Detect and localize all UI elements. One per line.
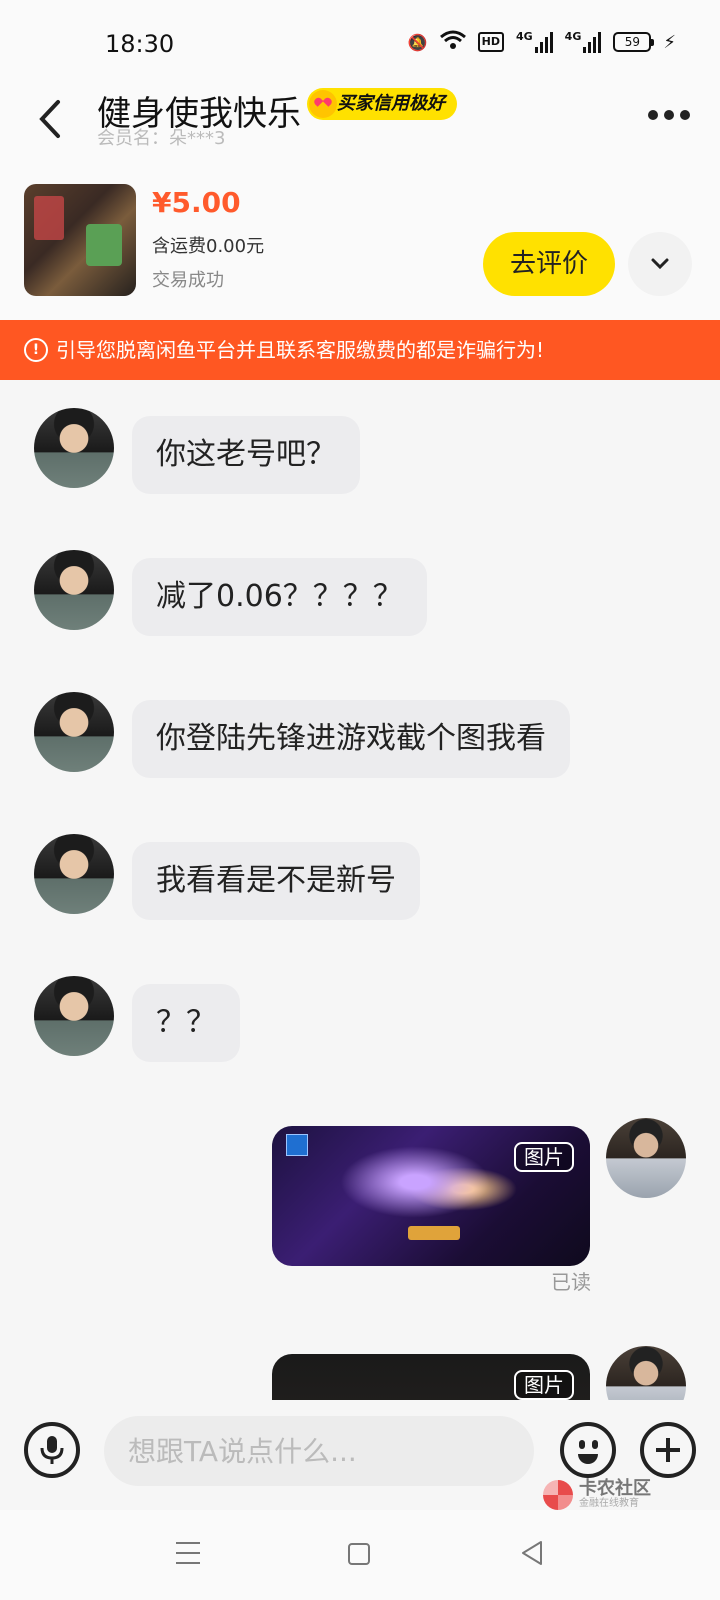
received-message: 减了0.06？？？？ (34, 550, 427, 636)
trade-status: 交易成功 (152, 270, 224, 291)
received-message: ？？ (34, 976, 240, 1062)
more-options-button[interactable] (648, 108, 690, 122)
dot-icon (664, 110, 674, 120)
message-bubble[interactable]: 我看看是不是新号 (132, 842, 420, 920)
image-tag: 图片 (514, 1370, 574, 1400)
fraud-warning-banner: ! 引导您脱离闲鱼平台并且联系客服缴费的都是诈骗行为! (0, 320, 720, 380)
warning-icon: ! (24, 338, 48, 362)
sent-image-message: 图片 (272, 1118, 686, 1266)
add-attachment-button[interactable] (640, 1422, 696, 1478)
image-tag: 图片 (514, 1142, 574, 1172)
start-game-graphic (408, 1226, 460, 1240)
wifi-icon (439, 30, 466, 54)
contact-avatar[interactable] (34, 408, 114, 488)
image-bubble[interactable]: 图片 (272, 1126, 590, 1266)
signal-icon-2: 4G (565, 31, 602, 53)
received-message: 我看看是不是新号 (34, 834, 420, 920)
back-button[interactable] (32, 94, 72, 144)
product-price: ¥5.00 (152, 186, 241, 219)
sent-image-message: 图片 (272, 1346, 686, 1400)
mute-icon: 🔕 (407, 32, 428, 52)
message-bubble[interactable]: 你登陆先锋进游戏截个图我看 (132, 700, 570, 778)
signal-icon: 4G (516, 31, 553, 53)
watermark-subtitle: 金融在线教育 (579, 1498, 639, 1509)
emoji-eye (579, 1440, 585, 1449)
credit-badge: 买家信用极好 (307, 88, 457, 120)
contact-avatar[interactable] (34, 976, 114, 1056)
emoji-button[interactable] (560, 1422, 616, 1478)
message-bubble[interactable]: ？？ (132, 984, 240, 1062)
read-receipt: 已读 (551, 1270, 591, 1294)
dot-icon (680, 110, 690, 120)
contact-avatar[interactable] (34, 550, 114, 630)
member-name: 会员名：朵***3 (97, 128, 226, 149)
watermark: 卡农社区 金融在线教育 (543, 1480, 651, 1510)
product-thumbnail[interactable] (24, 184, 136, 296)
chevron-left-icon (39, 100, 60, 138)
contact-avatar[interactable] (34, 692, 114, 772)
battery-icon: 59 (613, 32, 655, 52)
message-list[interactable]: 你这老号吧？ 减了0.06？？？？ 你登陆先锋进游戏截个图我看 我看看是不是新号… (0, 380, 720, 1400)
recent-apps-button[interactable] (176, 1542, 200, 1564)
my-avatar[interactable] (606, 1346, 686, 1400)
network-type-label-2: 4G (564, 30, 582, 43)
voice-button[interactable] (24, 1422, 80, 1478)
triangle-back-icon (522, 1541, 542, 1565)
microphone-icon (40, 1436, 64, 1464)
dot-icon (648, 110, 658, 120)
heart-eyes-icon (309, 90, 337, 118)
emoji-eye (592, 1440, 598, 1449)
age-rating-icon (286, 1134, 308, 1156)
message-bubble[interactable]: 减了0.06？？？？ (132, 558, 427, 636)
review-button[interactable]: 去评价 (483, 232, 615, 296)
nav-back-button[interactable] (520, 1540, 544, 1566)
received-message: 你这老号吧？ (34, 408, 360, 494)
status-time: 18:30 (105, 30, 175, 58)
charging-icon: ⚡ (663, 31, 676, 53)
watermark-logo-icon (543, 1480, 573, 1510)
system-nav-bar: 卡农社区 金融在线教育 (0, 1480, 720, 1600)
my-avatar[interactable] (606, 1118, 686, 1198)
image-bubble[interactable]: 图片 (272, 1354, 590, 1400)
status-bar: 18:30 🔕 HD 4G 4G 59 ⚡ (0, 0, 720, 80)
product-card[interactable]: ¥5.00 含运费0.00元 交易成功 去评价 (0, 180, 720, 320)
expand-button[interactable] (628, 232, 692, 296)
received-message: 你登陆先锋进游戏截个图我看 (34, 692, 570, 778)
shipping-info: 含运费0.00元 (152, 236, 265, 257)
chevron-down-icon (651, 258, 669, 270)
chat-header: 健身使我快乐 买家信用极好 会员名：朵***3 (0, 80, 720, 180)
warning-text: 引导您脱离闲鱼平台并且联系客服缴费的都是诈骗行为! (56, 338, 545, 362)
watermark-title: 卡农社区 (579, 1478, 651, 1499)
message-bubble[interactable]: 你这老号吧？ (132, 416, 360, 494)
hd-icon: HD (477, 32, 504, 52)
network-type-label: 4G (515, 30, 533, 43)
credit-badge-label: 买家信用极好 (337, 93, 445, 114)
contact-avatar[interactable] (34, 834, 114, 914)
emoji-mouth (578, 1454, 598, 1464)
home-button[interactable] (348, 1543, 370, 1565)
message-input[interactable] (104, 1416, 534, 1486)
status-icons: 🔕 HD 4G 4G 59 ⚡ (408, 30, 676, 54)
